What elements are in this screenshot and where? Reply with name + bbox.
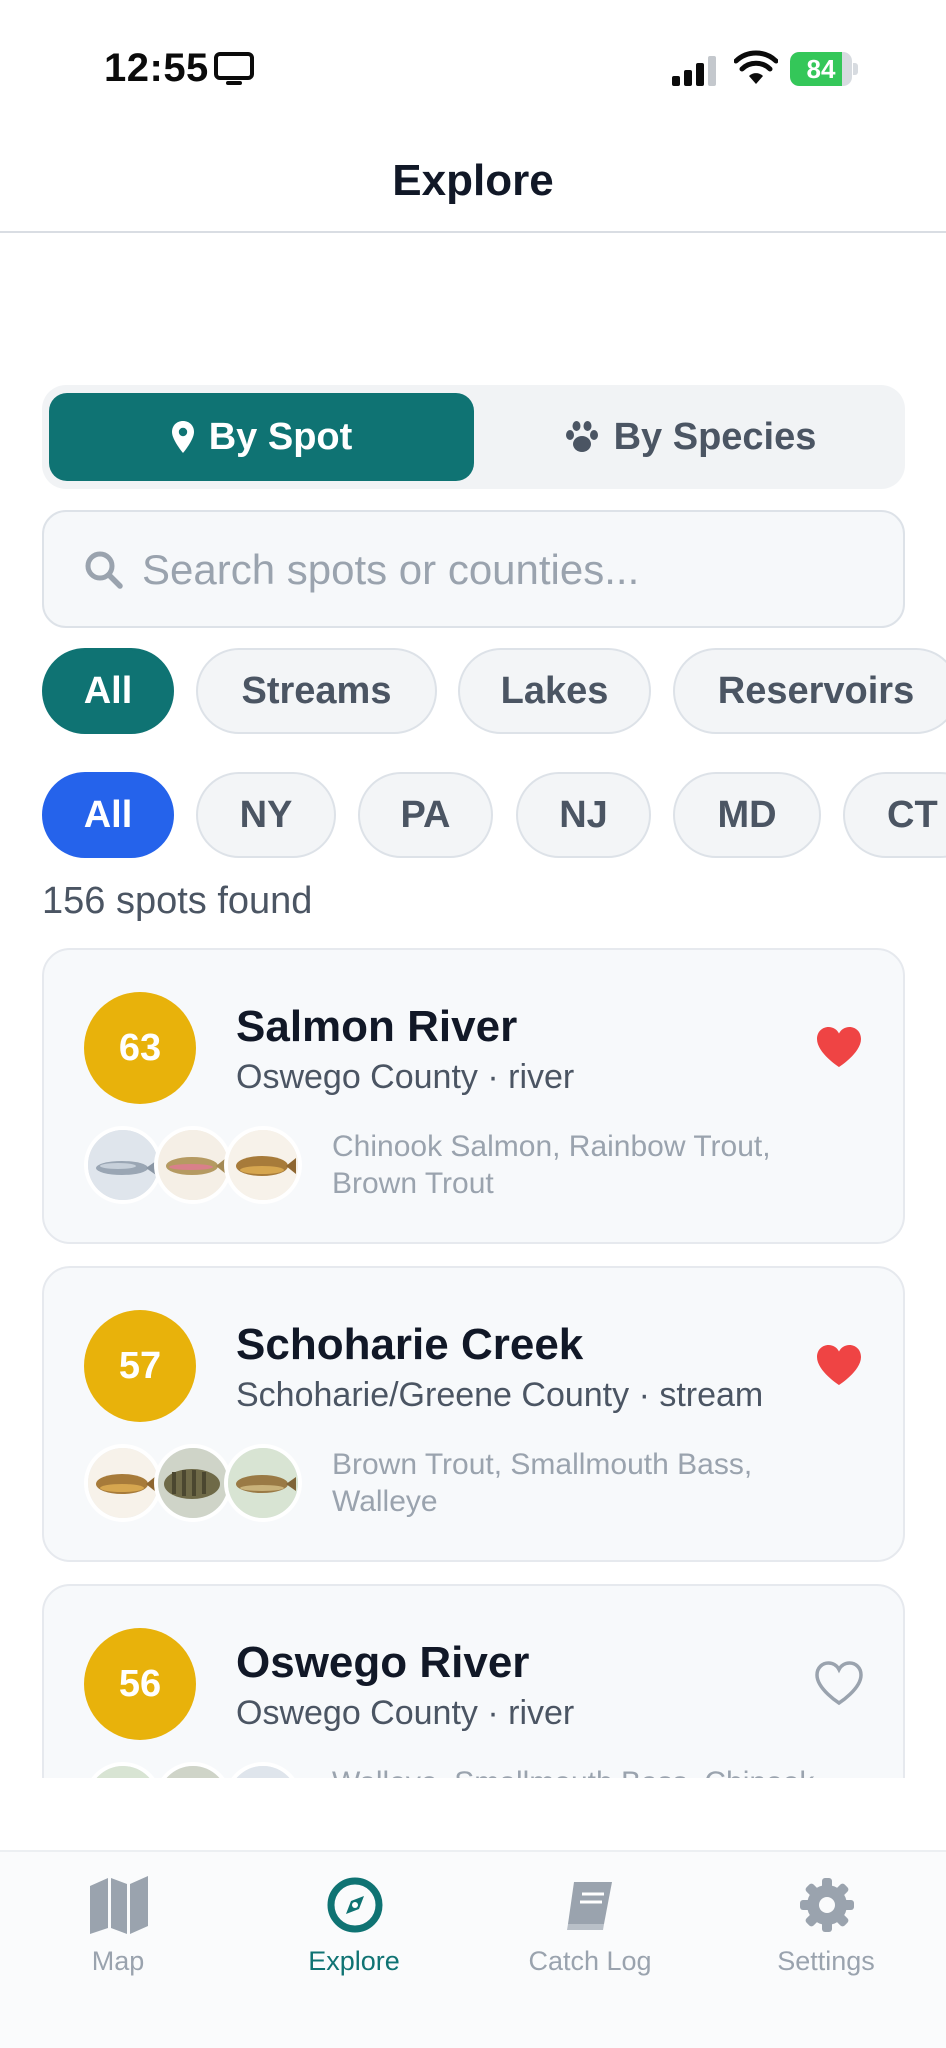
battery-percent: 84 xyxy=(806,54,836,84)
by-spot-segment[interactable]: By Spot xyxy=(49,393,474,481)
heart-icon[interactable] xyxy=(814,1024,864,1070)
status-bar: 12:55 84 xyxy=(0,0,946,130)
spot-location-type: Oswego County · river xyxy=(236,1694,575,1732)
spot-name: Schoharie Creek xyxy=(236,1320,584,1369)
search-icon xyxy=(85,551,123,589)
species-list: Brown Trout, Smallmouth Bass, Walleye xyxy=(332,1448,753,1518)
state-filter-ny[interactable]: NY xyxy=(196,772,336,858)
species-list: Walleye, Smallmouth Bass, Chinook xyxy=(332,1764,852,1778)
wifi-icon xyxy=(734,50,778,84)
type-filter-lakes[interactable]: Lakes xyxy=(458,648,651,734)
spot-name: Salmon River xyxy=(236,1002,518,1051)
by-spot-label: By Spot xyxy=(208,415,353,458)
spot-location-type: Oswego County · river xyxy=(236,1058,575,1096)
map-icon xyxy=(90,1876,148,1934)
species-thumbnails xyxy=(84,1444,324,1524)
spot-name: Oswego River xyxy=(236,1638,530,1687)
tab-catch-log[interactable]: Catch Log xyxy=(472,1874,708,1984)
spot-card[interactable]: 63 Salmon River Oswego County · river Ch… xyxy=(42,948,905,1244)
by-species-segment[interactable]: By Species xyxy=(482,393,898,481)
search-input[interactable] xyxy=(142,532,882,608)
tab-settings[interactable]: Settings xyxy=(708,1874,944,1984)
by-species-label: By Species xyxy=(613,415,817,458)
map-pin-icon xyxy=(171,421,194,453)
explore-screen: 12:55 84 Explore By Spot By Species Sear… xyxy=(0,0,946,2048)
status-time: 12:55 xyxy=(104,46,209,90)
brown-trout-thumbnail xyxy=(224,1126,302,1204)
score-badge: 63 xyxy=(84,992,196,1104)
species-thumbnails xyxy=(84,1762,324,1778)
smallmouth-bass-thumbnail xyxy=(154,1762,232,1778)
score-badge: 56 xyxy=(84,1628,196,1740)
rainbow-trout-thumbnail xyxy=(154,1126,232,1204)
walleye-thumbnail xyxy=(224,1444,302,1522)
state-filter-pa[interactable]: PA xyxy=(358,772,493,858)
score-badge: 57 xyxy=(84,1310,196,1422)
spot-card[interactable]: 56 Oswego River Oswego County · river Wa… xyxy=(42,1584,905,1778)
tab-map-label: Map xyxy=(91,1946,145,1976)
tab-explore-label: Explore xyxy=(308,1946,400,1976)
chinook-salmon-thumbnail xyxy=(224,1762,302,1778)
book-icon xyxy=(567,1882,612,1930)
species-list: Chinook Salmon, Rainbow Trout, Brown Tro… xyxy=(332,1130,771,1200)
gear-icon xyxy=(800,1878,854,1932)
state-filter-row: All NY PA NJ MD CT xyxy=(0,772,946,858)
view-mode-segmented-control: By Spot By Species xyxy=(42,385,905,489)
tab-explore[interactable]: Explore xyxy=(236,1874,472,1984)
spot-location-type: Schoharie/Greene County · stream xyxy=(236,1376,764,1414)
tab-map[interactable]: Map xyxy=(0,1874,236,1984)
walleye-thumbnail xyxy=(84,1762,162,1778)
state-filter-ct[interactable]: CT xyxy=(843,772,946,858)
type-filter-streams[interactable]: Streams xyxy=(196,648,437,734)
navigation-header: Explore xyxy=(0,130,946,233)
results-count: 156 spots found xyxy=(42,880,313,922)
tab-settings-label: Settings xyxy=(777,1946,875,1976)
type-filter-reservoirs[interactable]: Reservoirs xyxy=(673,648,946,734)
smallmouth-bass-thumbnail xyxy=(154,1444,232,1522)
brown-trout-thumbnail xyxy=(84,1444,162,1522)
state-filter-md[interactable]: MD xyxy=(673,772,821,858)
state-filter-nj[interactable]: NJ xyxy=(516,772,651,858)
spot-list: 63 Salmon River Oswego County · river Ch… xyxy=(0,945,946,1778)
spot-card[interactable]: 57 Schoharie Creek Schoharie/Greene Coun… xyxy=(42,1266,905,1562)
screen-mirroring-icon xyxy=(214,52,254,85)
species-thumbnails xyxy=(84,1126,324,1206)
type-filter-all[interactable]: All xyxy=(42,648,174,734)
paw-icon xyxy=(565,421,598,452)
heart-icon[interactable] xyxy=(814,1342,864,1388)
water-type-filter-row: All Streams Lakes Reservoirs xyxy=(0,648,946,734)
page-title: Explore xyxy=(392,156,554,205)
compass-icon xyxy=(327,1877,383,1933)
tab-catch-log-label: Catch Log xyxy=(528,1946,652,1976)
heart-icon[interactable] xyxy=(814,1660,864,1706)
chinook-salmon-thumbnail xyxy=(84,1126,162,1204)
cellular-signal-icon xyxy=(672,56,716,86)
battery-indicator: 84 xyxy=(790,52,858,86)
search-bar xyxy=(42,510,905,628)
bottom-tab-bar: Map Explore Catch Log Settings xyxy=(0,1850,946,2048)
state-filter-all[interactable]: All xyxy=(42,772,174,858)
